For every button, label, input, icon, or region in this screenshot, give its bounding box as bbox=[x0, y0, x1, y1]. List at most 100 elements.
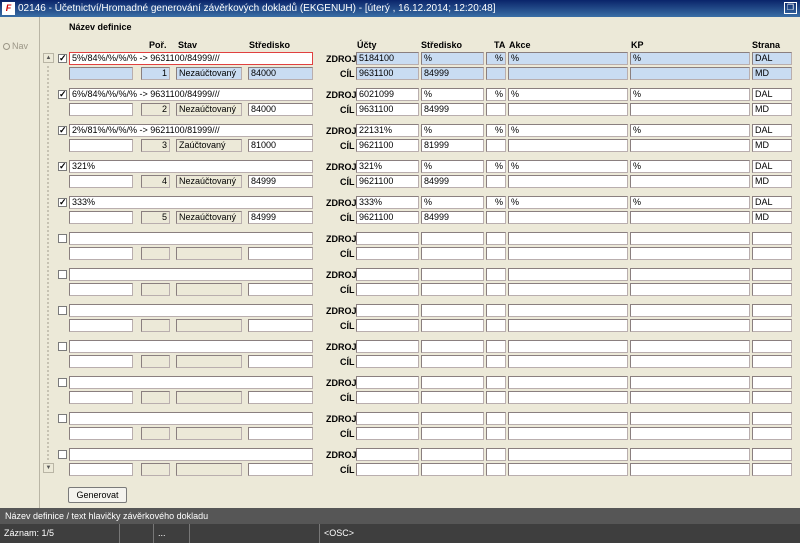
zdroj-ta-field[interactable] bbox=[486, 412, 506, 425]
stredisko-field[interactable] bbox=[248, 247, 313, 260]
cil-ta-field[interactable] bbox=[486, 283, 506, 296]
record-checkbox[interactable] bbox=[58, 234, 67, 243]
cil-ta-field[interactable] bbox=[486, 355, 506, 368]
record-extra-field[interactable] bbox=[69, 103, 133, 116]
record-checkbox[interactable]: ✓ bbox=[58, 198, 67, 207]
definition-name-field[interactable] bbox=[69, 232, 313, 245]
zdroj-stredisko-field[interactable]: % bbox=[421, 196, 484, 209]
nav-button[interactable]: Nav bbox=[3, 41, 28, 51]
cil-strana-field[interactable] bbox=[752, 283, 792, 296]
zdroj-kp-field[interactable] bbox=[630, 304, 750, 317]
cil-kp-field[interactable] bbox=[630, 319, 750, 332]
definition-name-field[interactable]: 6%/84%/%/%/% -> 9631100/84999/// bbox=[69, 88, 313, 101]
definition-name-field[interactable]: 321% bbox=[69, 160, 313, 173]
record-checkbox[interactable] bbox=[58, 306, 67, 315]
zdroj-stredisko-field[interactable] bbox=[421, 376, 484, 389]
cil-ta-field[interactable] bbox=[486, 427, 506, 440]
record-extra-field[interactable] bbox=[69, 319, 133, 332]
zdroj-akce-field[interactable] bbox=[508, 376, 628, 389]
cil-ucet-field[interactable] bbox=[356, 319, 419, 332]
cil-stredisko-field[interactable] bbox=[421, 319, 484, 332]
record-extra-field[interactable] bbox=[69, 139, 133, 152]
zdroj-strana-field[interactable] bbox=[752, 232, 792, 245]
cil-ta-field[interactable] bbox=[486, 103, 506, 116]
record-extra-field[interactable] bbox=[69, 391, 133, 404]
zdroj-strana-field[interactable]: DAL bbox=[752, 124, 792, 137]
zdroj-ta-field[interactable] bbox=[486, 340, 506, 353]
zdroj-kp-field[interactable]: % bbox=[630, 88, 750, 101]
cil-ucet-field[interactable] bbox=[356, 355, 419, 368]
zdroj-akce-field[interactable]: % bbox=[508, 160, 628, 173]
zdroj-stredisko-field[interactable]: % bbox=[421, 124, 484, 137]
stredisko-field[interactable]: 84000 bbox=[248, 67, 313, 80]
zdroj-strana-field[interactable] bbox=[752, 448, 792, 461]
stredisko-field[interactable] bbox=[248, 391, 313, 404]
cil-ucet-field[interactable]: 9631100 bbox=[356, 67, 419, 80]
cil-ta-field[interactable] bbox=[486, 319, 506, 332]
zdroj-ta-field[interactable]: % bbox=[486, 196, 506, 209]
scroll-up-icon[interactable]: ▲ bbox=[43, 53, 54, 63]
zdroj-stredisko-field[interactable]: % bbox=[421, 160, 484, 173]
cil-strana-field[interactable] bbox=[752, 427, 792, 440]
cil-stredisko-field[interactable]: 84999 bbox=[421, 211, 484, 224]
zdroj-akce-field[interactable] bbox=[508, 304, 628, 317]
cil-ta-field[interactable] bbox=[486, 463, 506, 476]
zdroj-ta-field[interactable]: % bbox=[486, 52, 506, 65]
cil-kp-field[interactable] bbox=[630, 283, 750, 296]
zdroj-ucet-field[interactable] bbox=[356, 340, 419, 353]
zdroj-strana-field[interactable] bbox=[752, 268, 792, 281]
zdroj-stredisko-field[interactable] bbox=[421, 232, 484, 245]
cil-ucet-field[interactable]: 9621100 bbox=[356, 211, 419, 224]
cil-kp-field[interactable] bbox=[630, 139, 750, 152]
record-extra-field[interactable] bbox=[69, 211, 133, 224]
zdroj-ucet-field[interactable] bbox=[356, 376, 419, 389]
definition-name-field[interactable] bbox=[69, 268, 313, 281]
cil-ucet-field[interactable]: 9621100 bbox=[356, 139, 419, 152]
record-checkbox[interactable] bbox=[58, 342, 67, 351]
definition-name-field[interactable]: 2%/81%/%/%/% -> 9621100/81999/// bbox=[69, 124, 313, 137]
cil-ucet-field[interactable] bbox=[356, 427, 419, 440]
cil-ucet-field[interactable]: 9621100 bbox=[356, 175, 419, 188]
scroll-track[interactable] bbox=[46, 65, 50, 461]
zdroj-kp-field[interactable]: % bbox=[630, 196, 750, 209]
zdroj-strana-field[interactable] bbox=[752, 376, 792, 389]
record-checkbox[interactable]: ✓ bbox=[58, 126, 67, 135]
zdroj-ucet-field[interactable]: 6021099 bbox=[356, 88, 419, 101]
cil-stredisko-field[interactable] bbox=[421, 283, 484, 296]
generovat-button[interactable]: Generovat bbox=[68, 487, 127, 503]
zdroj-ucet-field[interactable] bbox=[356, 448, 419, 461]
cil-ucet-field[interactable] bbox=[356, 391, 419, 404]
definition-name-field[interactable]: 333% bbox=[69, 196, 313, 209]
zdroj-kp-field[interactable] bbox=[630, 340, 750, 353]
record-checkbox[interactable] bbox=[58, 378, 67, 387]
record-checkbox[interactable] bbox=[58, 450, 67, 459]
zdroj-ucet-field[interactable]: 321% bbox=[356, 160, 419, 173]
zdroj-kp-field[interactable]: % bbox=[630, 52, 750, 65]
definition-name-field[interactable] bbox=[69, 340, 313, 353]
cil-ucet-field[interactable] bbox=[356, 283, 419, 296]
record-extra-field[interactable] bbox=[69, 175, 133, 188]
record-extra-field[interactable] bbox=[69, 355, 133, 368]
scroll-down-icon[interactable]: ▼ bbox=[43, 463, 54, 473]
cil-akce-field[interactable] bbox=[508, 283, 628, 296]
cil-ucet-field[interactable] bbox=[356, 247, 419, 260]
zdroj-akce-field[interactable]: % bbox=[508, 88, 628, 101]
cil-ta-field[interactable] bbox=[486, 175, 506, 188]
zdroj-akce-field[interactable] bbox=[508, 232, 628, 245]
cil-strana-field[interactable]: MD bbox=[752, 139, 792, 152]
cil-stredisko-field[interactable]: 84999 bbox=[421, 103, 484, 116]
record-checkbox[interactable] bbox=[58, 270, 67, 279]
zdroj-kp-field[interactable] bbox=[630, 448, 750, 461]
zdroj-stredisko-field[interactable] bbox=[421, 412, 484, 425]
zdroj-stredisko-field[interactable] bbox=[421, 340, 484, 353]
cil-akce-field[interactable] bbox=[508, 427, 628, 440]
zdroj-ta-field[interactable]: % bbox=[486, 124, 506, 137]
zdroj-kp-field[interactable] bbox=[630, 412, 750, 425]
zdroj-akce-field[interactable]: % bbox=[508, 124, 628, 137]
cil-kp-field[interactable] bbox=[630, 103, 750, 116]
cil-strana-field[interactable]: MD bbox=[752, 175, 792, 188]
zdroj-strana-field[interactable]: DAL bbox=[752, 88, 792, 101]
zdroj-strana-field[interactable] bbox=[752, 412, 792, 425]
stredisko-field[interactable]: 84999 bbox=[248, 211, 313, 224]
zdroj-kp-field[interactable] bbox=[630, 268, 750, 281]
